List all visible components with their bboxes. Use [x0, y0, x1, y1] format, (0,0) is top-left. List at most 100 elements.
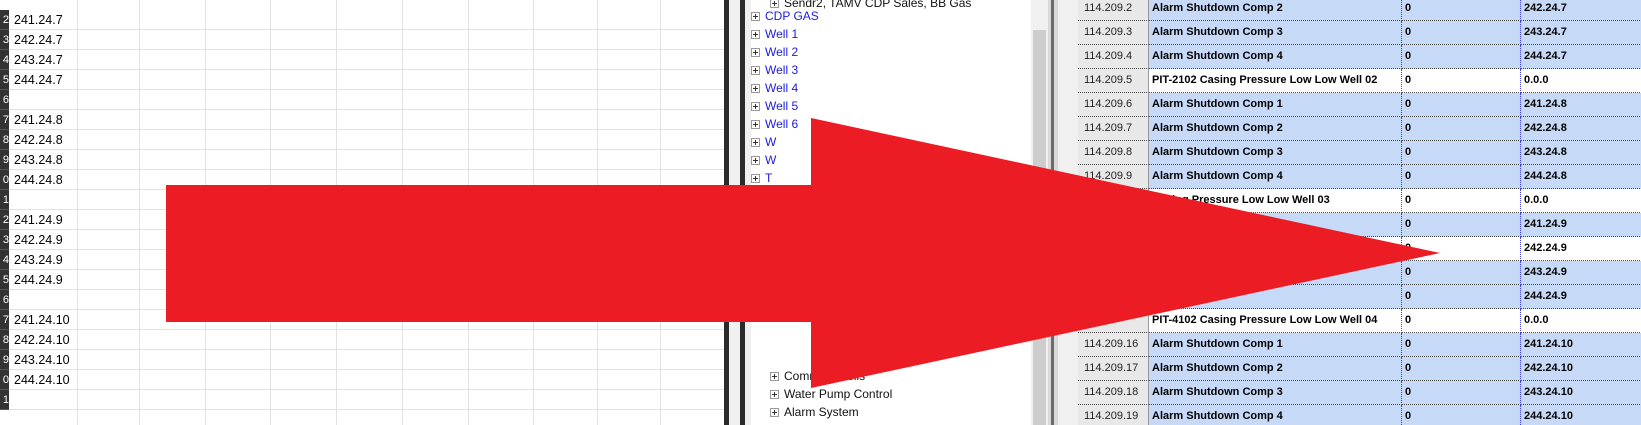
table-row[interactable]: 114.209.2 Alarm Shutdown Comp 2 0 242.24.7 — [1078, 0, 1641, 21]
tag-value[interactable]: 0 — [1402, 21, 1521, 45]
tag-name[interactable]: Alarm Shutdown Comp 4 — [1149, 45, 1402, 69]
row-number[interactable]: 2 — [0, 10, 9, 30]
cell-a[interactable]: 241.24.7 — [14, 10, 63, 30]
tag-name[interactable]: Alarm Shutdown Comp 3 — [1149, 381, 1402, 405]
table-row[interactable]: PIT-4102 Casing Pressure Low Low Well 04… — [1078, 309, 1641, 333]
tree-node[interactable]: Water Pump Control — [770, 385, 892, 403]
tree-node[interactable]: Well 3 — [751, 61, 798, 79]
expand-plus-icon[interactable] — [751, 66, 760, 76]
ip-address[interactable]: 0.0.0 — [1521, 189, 1641, 213]
tag-tree[interactable]: Sendr2, TAMV CDP Sales, BB Gas CDP GAS Wel… — [751, 0, 1024, 425]
tag-name[interactable]: Alarm Shutdown Comp 4 — [1149, 405, 1402, 425]
tag-value[interactable]: 0 — [1402, 117, 1521, 141]
row-number[interactable]: 4 — [0, 250, 9, 270]
tag-name[interactable]: Alarm Shutdown Comp 1 — [1149, 93, 1402, 117]
tag-name[interactable]: Alarm Shutdown Comp 2 — [1149, 357, 1402, 381]
tag-name[interactable] — [1149, 213, 1402, 237]
register-address[interactable]: 114.209.8 — [1078, 141, 1149, 165]
cell-a[interactable]: 243.24.10 — [14, 350, 70, 370]
tree-node[interactable]: Well 4 — [751, 79, 798, 97]
cell-a[interactable]: 243.24.7 — [14, 50, 63, 70]
register-address[interactable]: 114.209.9 — [1078, 165, 1149, 189]
tag-value[interactable]: 0 — [1402, 45, 1521, 69]
row-number[interactable]: 8 — [0, 330, 9, 350]
spreadsheet-pane[interactable]: 2 241.24.7 3 242.24.7 4 243.24.7 5 244.24.7 6 7 24… — [0, 0, 726, 425]
row-number[interactable]: 3 — [0, 30, 9, 50]
ip-address[interactable]: 244.24.9 — [1521, 285, 1641, 309]
row-number[interactable]: 4 — [0, 50, 9, 70]
cell-a[interactable]: 244.24.10 — [14, 370, 70, 390]
row-number[interactable]: 7 — [0, 310, 9, 330]
tree-node[interactable]: W — [751, 133, 776, 151]
table-row[interactable]: 114.209.19 Alarm Shutdown Comp 4 0 244.24.1… — [1078, 405, 1641, 425]
tree-node[interactable]: Well 2 — [751, 43, 798, 61]
tree-node[interactable]: CDP GAS — [751, 7, 819, 25]
cell-a[interactable]: 242.24.7 — [14, 30, 63, 50]
register-address[interactable]: 114.209.6 — [1078, 93, 1149, 117]
tree-node[interactable]: Alarm System — [770, 403, 859, 421]
register-address[interactable] — [1078, 189, 1149, 213]
tag-value[interactable]: 0 — [1402, 333, 1521, 357]
table-row[interactable]: 0 243.24.9 — [1078, 261, 1641, 285]
tag-name[interactable]: Comp 4 — [1149, 285, 1402, 309]
table-row[interactable]: 114.209.9 Alarm Shutdown Comp 4 0 244.24.8 — [1078, 165, 1641, 189]
expand-plus-icon[interactable] — [751, 102, 760, 112]
tag-name[interactable]: Alarm Shutdown Comp 1 — [1149, 333, 1402, 357]
row-number[interactable]: 1 — [0, 190, 9, 210]
row-number[interactable]: 6 — [0, 290, 9, 310]
ip-address[interactable]: 241.24.10 — [1521, 333, 1641, 357]
expand-plus-icon[interactable] — [751, 174, 760, 184]
register-address[interactable]: 114.209.3 — [1078, 21, 1149, 45]
register-address[interactable]: 114.209.18 — [1078, 381, 1149, 405]
tag-name[interactable]: PIT-2102 Casing Pressure Low Low Well 02 — [1149, 69, 1402, 93]
tag-name[interactable]: Alarm Shutdown Comp 3 — [1149, 141, 1402, 165]
expand-plus-icon[interactable] — [770, 372, 779, 382]
ip-address[interactable]: 244.24.8 — [1521, 165, 1641, 189]
register-address[interactable] — [1078, 261, 1149, 285]
row-number[interactable]: 9 — [0, 350, 9, 370]
table-row[interactable]: 114.209.8 Alarm Shutdown Comp 3 0 243.24.8 — [1078, 141, 1641, 165]
ip-address[interactable]: 242.24.9 — [1521, 237, 1641, 261]
ip-address[interactable]: 242.24.7 — [1521, 0, 1641, 21]
tag-value[interactable]: 0 — [1402, 0, 1521, 21]
expand-plus-icon[interactable] — [751, 120, 760, 130]
tag-value[interactable]: 0 — [1402, 165, 1521, 189]
tag-name[interactable]: Casing Pressure Low Low Well 03 — [1149, 189, 1402, 213]
table-row[interactable]: 114.209.16 Alarm Shutdown Comp 1 0 241.24.1… — [1078, 333, 1641, 357]
tree-node[interactable]: Well 1 — [751, 25, 798, 43]
expand-plus-icon[interactable] — [751, 84, 760, 94]
register-address[interactable]: 114.209.4 — [1078, 45, 1149, 69]
ip-address[interactable]: 0.0.0 — [1521, 309, 1641, 333]
table-row[interactable]: 114.209.4 Alarm Shutdown Comp 4 0 244.24.7 — [1078, 45, 1641, 69]
row-number[interactable]: 5 — [0, 270, 9, 290]
row-number[interactable]: 6 — [0, 90, 9, 110]
ip-address[interactable]: 242.24.10 — [1521, 357, 1641, 381]
ip-address[interactable]: 241.24.8 — [1521, 93, 1641, 117]
expand-plus-icon[interactable] — [751, 138, 760, 148]
cell-a[interactable]: 244.24.9 — [14, 270, 63, 290]
tag-value[interactable]: 0 — [1402, 261, 1521, 285]
register-address[interactable] — [1078, 237, 1149, 261]
tag-value[interactable]: 0 — [1402, 405, 1521, 425]
register-address[interactable]: 114.209.16 — [1078, 333, 1149, 357]
tag-value[interactable]: 0 — [1402, 213, 1521, 237]
expand-plus-icon[interactable] — [770, 408, 779, 418]
tag-value[interactable]: 0 — [1402, 141, 1521, 165]
row-number[interactable]: 1 — [0, 390, 9, 410]
register-address[interactable] — [1078, 309, 1149, 333]
table-row[interactable]: 114.209.7 Alarm Shutdown Comp 2 0 242.24.8 — [1078, 117, 1641, 141]
tag-name[interactable]: Alarm Shutdown Comp 3 — [1149, 21, 1402, 45]
cell-a[interactable]: 241.24.10 — [14, 310, 70, 330]
ip-address[interactable]: 0.0.0 — [1521, 69, 1641, 93]
expand-plus-icon[interactable] — [751, 12, 760, 22]
tree-node[interactable]: Common Wells — [770, 367, 865, 385]
table-row[interactable]: 0 241.24.9 — [1078, 213, 1641, 237]
tag-value[interactable]: 0 — [1402, 381, 1521, 405]
tag-value[interactable]: 0 — [1402, 189, 1521, 213]
table-row[interactable]: Comp 4 0 244.24.9 — [1078, 285, 1641, 309]
ip-address[interactable]: 243.24.10 — [1521, 381, 1641, 405]
register-address[interactable]: 114.209.17 — [1078, 357, 1149, 381]
tag-name[interactable]: Alarm Shutdown Comp 2 — [1149, 0, 1402, 21]
cell-a[interactable]: 241.24.8 — [14, 110, 63, 130]
tag-value[interactable]: 0 — [1402, 69, 1521, 93]
